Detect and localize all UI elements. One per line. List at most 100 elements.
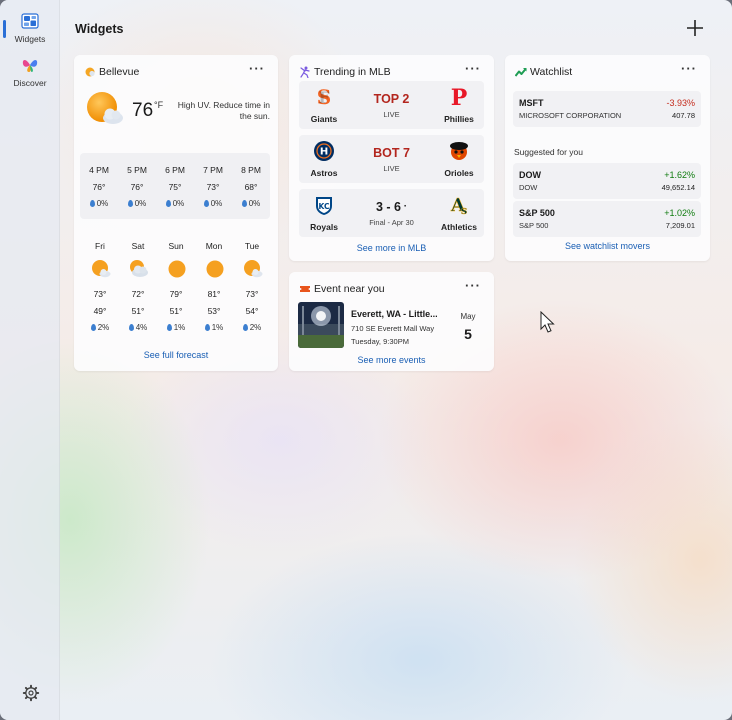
day-low: 49° (93, 306, 107, 316)
add-widget-button[interactable] (684, 17, 706, 39)
stadium-image (298, 302, 344, 348)
away-team: S F Giants (299, 81, 349, 129)
away-team-name: Giants (310, 114, 338, 124)
temperature-unit: °F (154, 100, 164, 110)
partly-cloudy-icon (87, 92, 123, 124)
event-month: May (460, 312, 476, 321)
weather-sun-icon (85, 67, 95, 77)
mlb-card[interactable]: Trending in MLB ··· S F Giants TOP 2 LIV… (289, 55, 494, 261)
partly-cloudy-icon (92, 260, 111, 278)
event-title: Event near you (314, 283, 385, 295)
stock-symbol: DOW (519, 170, 541, 180)
stock-name: MICROSOFT CORPORATION (519, 111, 622, 120)
see-watchlist-movers-link[interactable]: See watchlist movers (505, 241, 710, 251)
settings-gear-icon[interactable] (22, 684, 40, 702)
stock-name: S&P 500 (519, 221, 549, 230)
day-high: 73° (93, 289, 107, 299)
raindrop-icon (165, 200, 171, 207)
stock-symbol: S&P 500 (519, 208, 555, 218)
stock-change: -3.93% (666, 98, 695, 108)
mlb-more-button[interactable]: ··· (462, 62, 484, 80)
game-status: LIVE (383, 110, 400, 119)
rail-label-discover: Discover (13, 78, 47, 88)
raindrop-icon (90, 324, 96, 331)
stock-price: 7,209.01 (665, 221, 695, 230)
suggested-label: Suggested for you (514, 147, 583, 157)
svg-text:H: H (320, 147, 328, 158)
day-high: 81° (207, 289, 221, 299)
svg-text:P: P (451, 86, 468, 108)
day-precip-value: 2% (249, 323, 262, 332)
rail-item-discover[interactable]: Discover (0, 56, 60, 88)
weather-more-button[interactable]: ··· (246, 62, 268, 80)
day-low: 51° (169, 306, 183, 316)
weather-card[interactable]: Bellevue ··· 76 °F High UV. Reduce time … (74, 55, 278, 371)
stock-price: 49,652.14 (661, 183, 695, 192)
sunny-icon (168, 260, 186, 278)
daily-item: Mon 81° 53° 1% (195, 241, 233, 332)
hourly-item: 4 PM 76° 0% (80, 153, 118, 219)
game-status: LIVE (383, 164, 400, 173)
home-team: Orioles (434, 135, 484, 183)
astros-logo-icon: H (314, 141, 334, 161)
game-row[interactable]: S F Giants TOP 2 LIVE P Phillies (299, 81, 484, 129)
stock-row[interactable]: DOW DOW +1.62% 49,652.14 (513, 163, 701, 199)
game-row[interactable]: H Astros BOT 7 LIVE Orioles (299, 135, 484, 183)
day-precip-value: 2% (97, 323, 110, 332)
stock-symbol: MSFT (519, 98, 544, 108)
day-high: 73° (245, 289, 259, 299)
day-name: Fri (95, 241, 105, 251)
stock-row[interactable]: MSFT MICROSOFT CORPORATION -3.93% 407.78 (513, 91, 701, 127)
hour-temp: 76° (130, 182, 144, 192)
hour-temp: 68° (244, 182, 258, 192)
watchlist-card[interactable]: Watchlist ··· MSFT MICROSOFT CORPORATION… (505, 55, 710, 261)
hour-temp: 73° (206, 182, 220, 192)
widgets-board: Widgets Discover Widgets Bellevue ··· 76… (0, 0, 732, 720)
svg-text:s: s (461, 204, 467, 216)
hourly-item: 7 PM 73° 0% (194, 153, 232, 219)
hour-time: 4 PM (89, 165, 109, 175)
day-high: 79° (169, 289, 183, 299)
event-more-button[interactable]: ··· (462, 279, 484, 297)
game-row[interactable]: KC Royals 3 - 6 · Final - Apr 30 A s Ath… (299, 189, 484, 237)
baseball-player-icon (300, 66, 310, 78)
mlb-title: Trending in MLB (314, 66, 391, 78)
widgets-icon (21, 13, 39, 29)
raindrop-icon (203, 200, 209, 207)
day-precip: 2% (81, 323, 119, 332)
stock-row[interactable]: S&P 500 S&P 500 +1.02% 7,209.01 (513, 201, 701, 237)
svg-text:F: F (318, 88, 330, 107)
day-low: 51° (131, 306, 145, 316)
event-day: 5 (464, 326, 472, 342)
home-team: P Phillies (434, 81, 484, 129)
day-name: Tue (244, 241, 260, 251)
athletics-logo-icon: A s (450, 195, 468, 216)
home-team-name: Phillies (444, 114, 474, 124)
watchlist-more-button[interactable]: ··· (678, 62, 700, 80)
game-score-text: BOT 7 (373, 146, 410, 160)
see-more-events-link[interactable]: See more events (289, 355, 494, 365)
rail-item-widgets[interactable]: Widgets (0, 12, 60, 44)
daily-item: Sun 79° 51° 1% (157, 241, 195, 332)
watchlist-card-header: Watchlist ··· (515, 62, 700, 82)
see-full-forecast-link[interactable]: See full forecast (74, 350, 278, 360)
event-address: 710 SE Everett Mall Way (351, 324, 435, 333)
event-time: Tuesday, 9:30PM (351, 337, 409, 346)
rail-label-widgets: Widgets (14, 34, 46, 44)
away-team-name: Astros (310, 168, 338, 178)
event-card[interactable]: Event near you ··· Everett, WA - Little.… (289, 272, 494, 371)
hour-time: 8 PM (241, 165, 261, 175)
giants-logo-icon: S F (317, 86, 331, 108)
orioles-logo-icon (450, 142, 468, 160)
hour-precip-value: 0% (134, 199, 147, 208)
raindrop-icon (241, 200, 247, 207)
day-name: Sun (168, 241, 184, 251)
royals-logo-icon: KC (316, 197, 332, 215)
hour-precip: 0% (80, 199, 118, 208)
hour-precip-value: 0% (248, 199, 261, 208)
see-more-mlb-link[interactable]: See more in MLB (289, 243, 494, 253)
day-precip: 2% (233, 323, 271, 332)
hourly-forecast: 4 PM 76° 0% 5 PM 76° 0% 6 PM 75° 0% 7 PM… (80, 153, 270, 219)
raindrop-icon (204, 324, 210, 331)
home-team-name: Orioles (444, 168, 474, 178)
